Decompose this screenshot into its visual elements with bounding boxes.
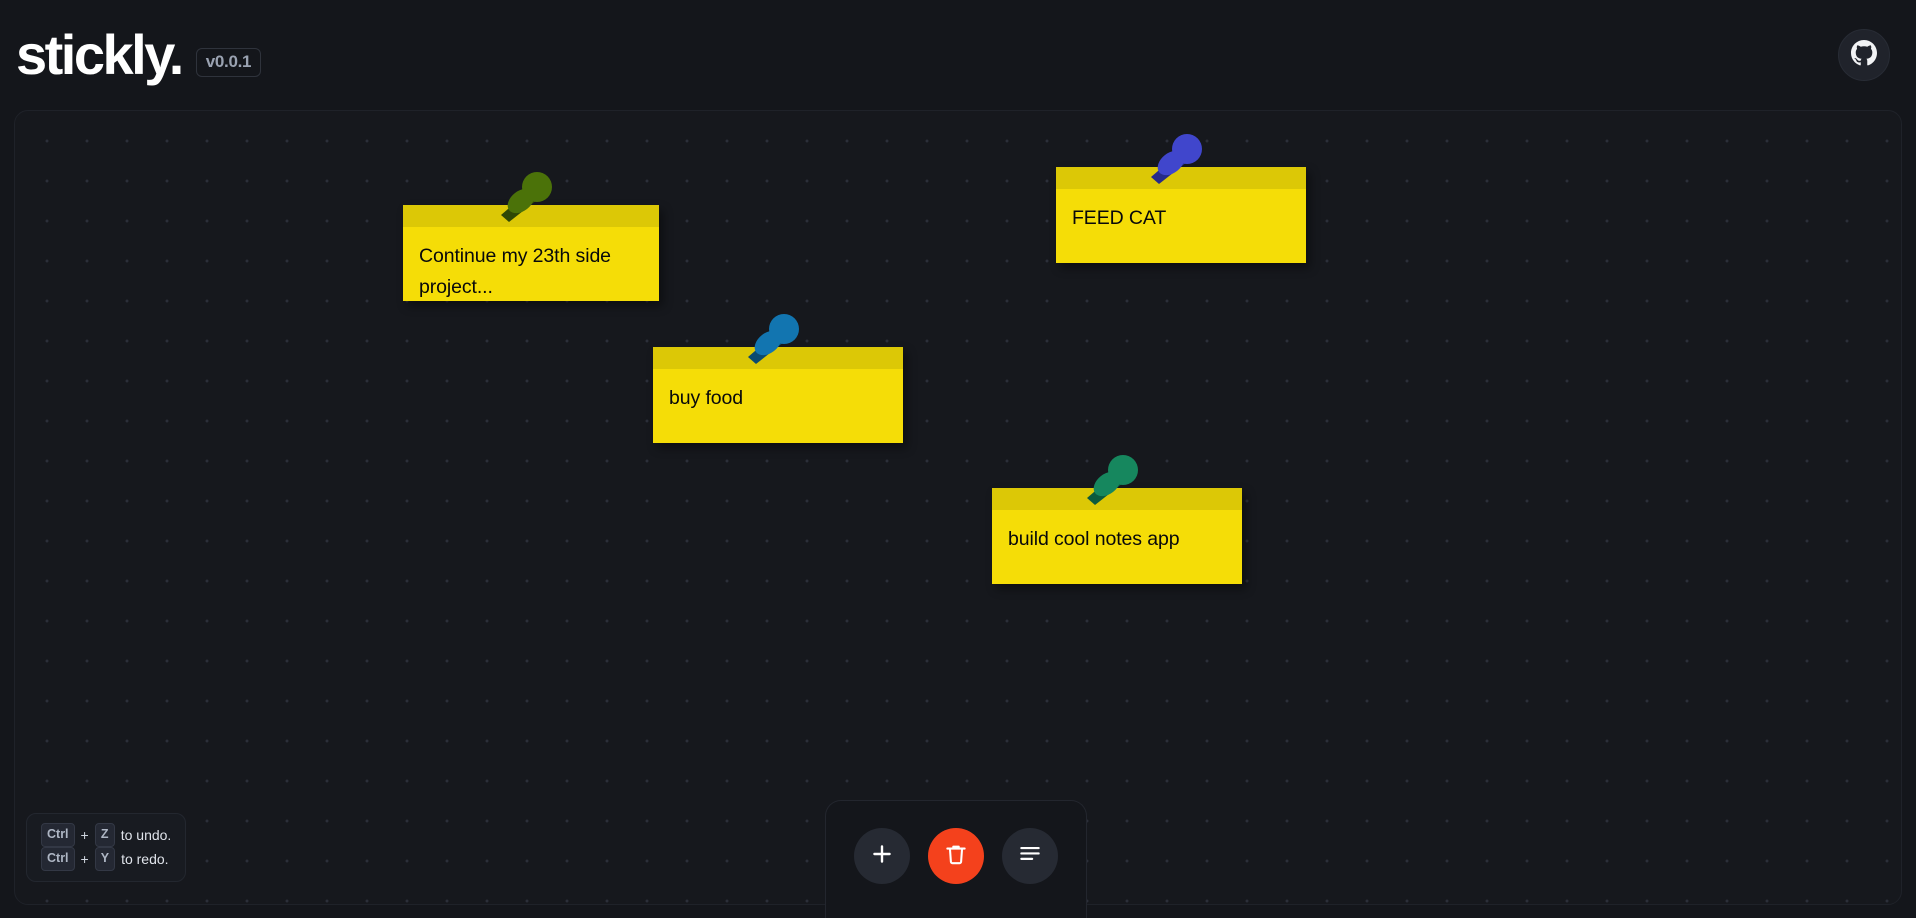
key-ctrl: Ctrl: [41, 823, 75, 847]
brand: stickly. v0.0.1: [16, 22, 262, 86]
notes-canvas[interactable]: Continue my 23th side project... FEED CA…: [14, 110, 1902, 905]
align-menu-button[interactable]: [1002, 827, 1058, 884]
hint-undo: Ctrl + Z to undo.: [41, 823, 171, 847]
sticky-note[interactable]: buy food: [653, 314, 903, 443]
app-header: stickly. v0.0.1: [0, 0, 1916, 110]
note-text[interactable]: FEED CAT: [1056, 189, 1306, 246]
sticky-note[interactable]: Continue my 23th side project...: [403, 172, 659, 301]
github-icon: [1851, 39, 1877, 71]
note-header-strip[interactable]: [403, 205, 659, 227]
note-text[interactable]: Continue my 23th side project...: [403, 227, 659, 315]
plus-icon: [869, 841, 895, 870]
note-header-strip[interactable]: [1056, 167, 1306, 189]
key-ctrl: Ctrl: [41, 847, 75, 871]
trash-icon: [943, 841, 969, 870]
note-header-strip[interactable]: [992, 488, 1242, 510]
key-separator: +: [80, 850, 89, 867]
key-y: Y: [94, 847, 116, 871]
main-toolbar: [825, 800, 1087, 918]
github-link-button[interactable]: [1838, 29, 1890, 81]
note-header-strip[interactable]: [653, 347, 903, 369]
app-logo: stickly.: [16, 22, 184, 86]
version-badge: v0.0.1: [195, 47, 262, 77]
align-left-icon: [1017, 841, 1043, 870]
hint-redo: Ctrl + Y to redo.: [41, 847, 171, 871]
key-separator: +: [80, 826, 89, 843]
sticky-note[interactable]: FEED CAT: [1056, 134, 1306, 263]
note-text[interactable]: build cool notes app: [992, 510, 1242, 567]
keyboard-hints: Ctrl + Z to undo. Ctrl + Y to redo.: [26, 813, 187, 882]
note-text[interactable]: buy food: [653, 369, 903, 426]
hint-redo-label: to redo.: [121, 850, 169, 867]
app-root: stickly. v0.0.1 Continue my 23th side pr…: [0, 0, 1916, 918]
delete-button[interactable]: [928, 827, 984, 884]
key-z: Z: [94, 823, 115, 847]
sticky-note[interactable]: build cool notes app: [992, 455, 1242, 584]
hint-undo-label: to undo.: [120, 826, 172, 843]
add-note-button[interactable]: [854, 827, 910, 884]
